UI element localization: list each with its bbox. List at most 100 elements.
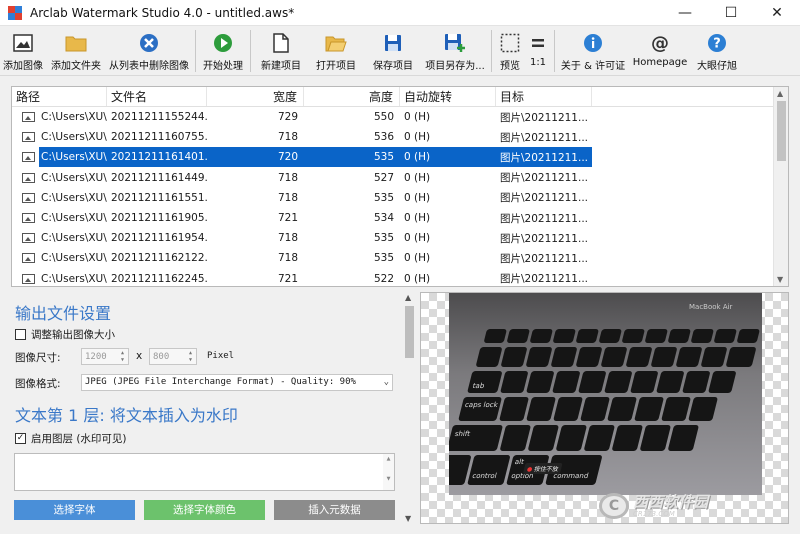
- cell-width: 718: [277, 131, 298, 144]
- cell-filename: 20211211162245...: [111, 272, 207, 285]
- watermark-text: 西西软件园: [633, 492, 709, 511]
- remove-image-button[interactable]: 从列表中删除图像: [106, 26, 192, 76]
- cell-height: 527: [373, 171, 394, 184]
- watermark-overlay: C 西西软件园 CR173.COM: [599, 492, 788, 519]
- column-header-path[interactable]: 路径: [12, 87, 107, 106]
- actual-size-button[interactable]: 1:1: [525, 26, 551, 76]
- cell-width: 720: [207, 147, 304, 168]
- cell-filename: 20211211161449...: [111, 171, 207, 184]
- help-question-icon: ?: [706, 32, 728, 54]
- cell-path: C:\Users\XU\...: [12, 273, 107, 285]
- about-license-button[interactable]: 关于 & 许可证: [558, 26, 628, 76]
- table-row[interactable]: C:\Users\XU\... 20211211162122... 718 535 0 …: [12, 248, 788, 268]
- column-header-width[interactable]: 宽度: [207, 87, 304, 106]
- cell-target: 图片\20211211...: [500, 192, 588, 205]
- cell-filename: 20211211161551...: [111, 191, 207, 204]
- cell-rotate: 0 (H): [404, 212, 431, 225]
- maximize-button[interactable]: ☐: [708, 0, 754, 26]
- insert-metadata-button[interactable]: 插入元数据: [274, 500, 395, 520]
- settings-scrollbar[interactable]: ▲ ▼: [403, 292, 416, 524]
- image-preview[interactable]: MacBook Air tab caps lock shift control …: [420, 292, 789, 524]
- cell-filename: 20211211162122...: [111, 252, 207, 265]
- cell-path: C:\Users\XU\...: [12, 111, 107, 123]
- close-button[interactable]: ✕: [754, 0, 800, 26]
- start-process-button[interactable]: 开始处理: [199, 26, 247, 76]
- save-as-button[interactable]: 项目另存为...: [422, 26, 488, 76]
- enable-layer-row[interactable]: ✓ 启用图层 (水印可见): [15, 431, 127, 446]
- folder-icon: [65, 32, 87, 54]
- table-row[interactable]: C:\Users\XU\... 20211211161905... 721 534 0 …: [12, 208, 788, 228]
- unit-label: Pixel: [207, 351, 235, 361]
- spinner-arrows-icon[interactable]: ▲ ▼: [186, 350, 195, 364]
- file-list-scrollbar[interactable]: ▲ ▼: [773, 87, 788, 286]
- file-list-header: 路径 文件名 宽度 高度 自动旋转 目标: [12, 87, 788, 107]
- main-toolbar: 添加图像 添加文件夹 从列表中删除图像 开始处理 新建项目 打开项目 保存项目 …: [0, 26, 800, 76]
- cell-rotate: 0 (H): [404, 171, 431, 184]
- cell-target: 图片\20211211...: [500, 273, 588, 286]
- scroll-down-icon[interactable]: ▼: [777, 275, 783, 284]
- homepage-button[interactable]: @ Homepage: [628, 26, 692, 76]
- image-format-select[interactable]: JPEG (JPEG File Interchange Format) - Qu…: [81, 374, 393, 391]
- table-row[interactable]: C:\Users\XU\... 20211211161954... 718 535 0 …: [12, 228, 788, 248]
- cell-height: 534: [373, 212, 394, 225]
- cell-width: 729: [277, 111, 298, 124]
- title-bar: Arclab Watermark Studio 4.0 - untitled.a…: [0, 0, 800, 26]
- table-row[interactable]: C:\Users\XU\... 20211211161551... 718 535 0 …: [12, 188, 788, 208]
- textarea-scrollbar[interactable]: ▲ ▼: [383, 454, 394, 490]
- cell-target: 图片\20211211...: [500, 232, 588, 245]
- column-header-rotate[interactable]: 自动旋转: [400, 87, 496, 106]
- cell-path: C:\Users\XU\...: [12, 192, 107, 204]
- width-spinner[interactable]: 1200 ▲ ▼: [81, 348, 129, 365]
- table-row[interactable]: C:\Users\XU\... 20211211161449... 718 527 0 …: [12, 168, 788, 188]
- scrollbar-thumb[interactable]: [777, 101, 786, 161]
- cell-height: 535: [373, 252, 394, 265]
- new-project-button[interactable]: 新建项目: [254, 26, 308, 76]
- resize-checkbox[interactable]: [15, 329, 26, 340]
- column-header-target[interactable]: 目标: [496, 87, 592, 106]
- new-file-icon: [270, 32, 292, 54]
- scroll-down-icon[interactable]: ▼: [405, 514, 411, 523]
- enable-layer-checkbox[interactable]: ✓: [15, 433, 26, 444]
- cell-filename: 20211211161954...: [111, 232, 207, 245]
- image-file-icon: [22, 192, 35, 203]
- output-settings-title: 输出文件设置: [15, 304, 112, 323]
- add-folder-button[interactable]: 添加文件夹: [46, 26, 106, 76]
- minimize-button[interactable]: —: [662, 0, 708, 26]
- watermark-logo-icon: C: [599, 493, 629, 519]
- popup-tooltip: ● 按住不放: [522, 463, 563, 474]
- column-header-height[interactable]: 高度: [304, 87, 400, 106]
- cell-target: 图片\20211211...: [496, 147, 592, 168]
- scrollbar-thumb[interactable]: [405, 306, 414, 358]
- add-image-button[interactable]: 添加图像: [0, 26, 46, 76]
- cell-height: 535: [373, 232, 394, 245]
- table-row[interactable]: C:\Users\XU\...20211211161401...7205350 …: [12, 147, 788, 168]
- table-row[interactable]: C:\Users\XU\... 20211211160755... 718 536 0 …: [12, 127, 788, 147]
- equals-icon: [527, 32, 549, 54]
- table-row[interactable]: C:\Users\XU\... 20211211162245... 721 522 0 …: [12, 269, 788, 287]
- scroll-up-icon[interactable]: ▲: [777, 89, 783, 98]
- height-spinner[interactable]: 800 ▲ ▼: [149, 348, 197, 365]
- toolbar-separator: [554, 30, 555, 72]
- spinner-arrows-icon[interactable]: ▲ ▼: [118, 350, 127, 364]
- toolbar-separator: [250, 30, 251, 72]
- cell-filename: 20211211161905...: [111, 212, 207, 225]
- save-project-button[interactable]: 保存项目: [364, 26, 422, 76]
- preview-button[interactable]: 预览: [495, 26, 525, 76]
- choose-color-button[interactable]: 选择字体颜色: [144, 500, 265, 520]
- watermark-text-input[interactable]: ▲ ▼: [14, 453, 395, 491]
- open-project-button[interactable]: 打开项目: [308, 26, 364, 76]
- table-row[interactable]: C:\Users\XU\... 20211211155244... 729 550 0 …: [12, 107, 788, 127]
- image-file-icon: [22, 112, 35, 123]
- image-file-icon: [22, 213, 35, 224]
- image-file-icon: [22, 233, 35, 244]
- cell-rotate: 0 (H): [404, 232, 431, 245]
- chevron-down-icon: ⌄: [383, 377, 389, 387]
- scroll-up-icon[interactable]: ▲: [405, 293, 411, 302]
- column-header-filename[interactable]: 文件名: [107, 87, 207, 106]
- choose-font-button[interactable]: 选择字体: [14, 500, 135, 520]
- resize-checkbox-row[interactable]: 调整输出图像大小: [15, 327, 115, 342]
- file-list[interactable]: 路径 文件名 宽度 高度 自动旋转 目标 C:\Users\XU\...2021…: [11, 86, 789, 287]
- help-button[interactable]: ? 大眼仔旭: [692, 26, 742, 76]
- cell-filename: 20211211155244...: [111, 111, 207, 124]
- times-label: x: [136, 350, 143, 362]
